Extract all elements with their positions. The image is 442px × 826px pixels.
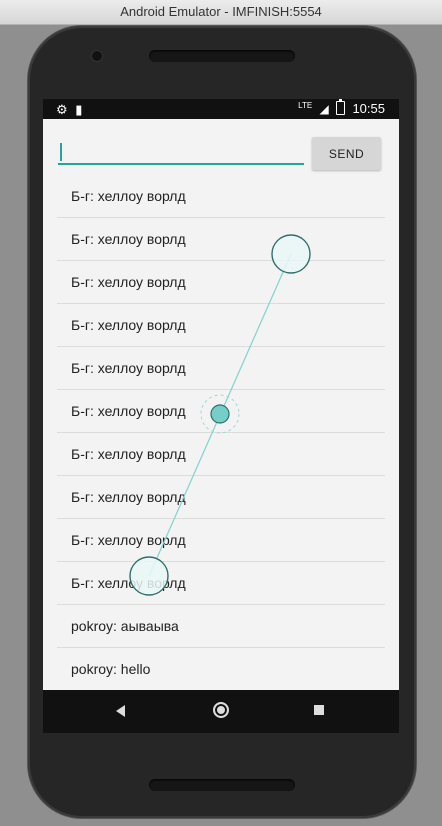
top-speaker bbox=[149, 50, 295, 62]
message-item[interactable]: Б-г: хеллоу ворлд bbox=[57, 433, 385, 476]
text-cursor bbox=[60, 143, 62, 161]
composer: SEND bbox=[43, 119, 399, 179]
front-camera bbox=[92, 51, 102, 61]
message-item[interactable]: Б-г: хеллоу ворлд bbox=[57, 519, 385, 562]
message-item[interactable]: Б-г: хеллоу ворлд bbox=[57, 476, 385, 519]
battery-icon bbox=[336, 99, 346, 115]
app-screen: ⚙ ▮ LTE ◢ 10:55 SEND Б-г: хеллоу ворлд Б-… bbox=[43, 99, 399, 733]
send-button[interactable]: SEND bbox=[312, 137, 381, 170]
message-item[interactable]: Б-г: хеллоу ворлд bbox=[57, 562, 385, 605]
sdcard-icon: ▮ bbox=[75, 102, 83, 117]
message-input[interactable] bbox=[58, 137, 304, 165]
message-item[interactable]: Б-г: хеллоу ворлд bbox=[57, 347, 385, 390]
message-list[interactable]: Б-г: хеллоу ворлд Б-г: хеллоу ворлд Б-г: х… bbox=[57, 175, 385, 691]
window-title: Android Emulator - IMFINISH:5554 bbox=[120, 4, 322, 19]
message-item[interactable]: Б-г: хеллоу ворлд bbox=[57, 261, 385, 304]
signal-icon: ◢ bbox=[319, 102, 329, 116]
status-time: 10:55 bbox=[352, 101, 385, 116]
status-bar: ⚙ ▮ LTE ◢ 10:55 bbox=[43, 99, 399, 119]
home-icon[interactable] bbox=[213, 702, 229, 718]
message-item[interactable]: pokroy: hello bbox=[57, 648, 385, 691]
message-item[interactable]: Б-г: хеллоу ворлд bbox=[57, 218, 385, 261]
android-navbar bbox=[43, 690, 399, 733]
lte-indicator: LTE bbox=[298, 101, 313, 110]
window-titlebar: Android Emulator - IMFINISH:5554 bbox=[0, 0, 442, 25]
message-item[interactable]: Б-г: хеллоу ворлд bbox=[57, 175, 385, 218]
gear-icon: ⚙ bbox=[56, 102, 68, 117]
bottom-speaker bbox=[149, 779, 295, 791]
recents-icon[interactable] bbox=[314, 705, 324, 715]
message-item[interactable]: Б-г: хеллоу ворлд bbox=[57, 304, 385, 347]
message-item[interactable]: pokroy: аываыва bbox=[57, 605, 385, 648]
back-icon[interactable] bbox=[116, 705, 125, 717]
message-item[interactable]: Б-г: хеллоу ворлд bbox=[57, 390, 385, 433]
